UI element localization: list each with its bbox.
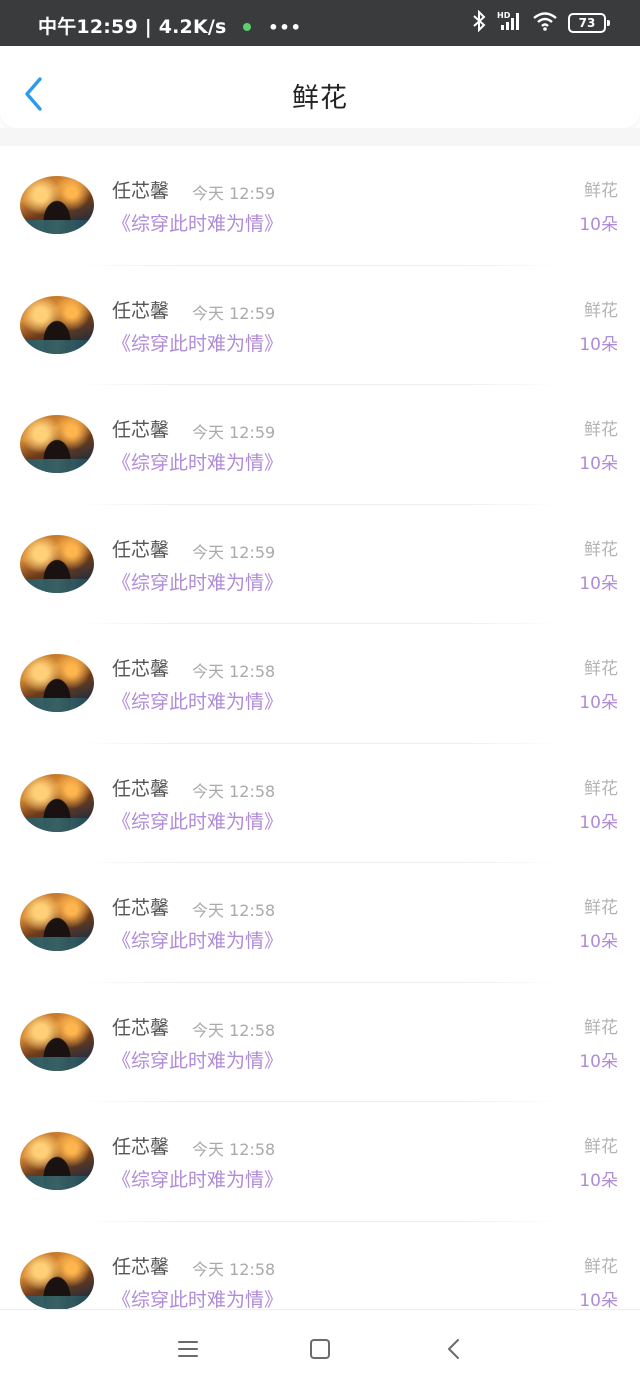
avatar[interactable]	[20, 1132, 94, 1190]
gift-time: 今天 12:59	[192, 423, 276, 442]
book-title-link[interactable]: 《综穿此时难为情》	[112, 1285, 283, 1310]
status-right: HD 73	[472, 9, 610, 36]
menu-button[interactable]	[175, 1336, 201, 1362]
avatar[interactable]	[20, 415, 94, 473]
gift-count: 10朵	[579, 215, 618, 235]
list-item[interactable]: 任芯馨 今天 12:58 《综穿此时难为情》 鲜花 10朵	[0, 744, 640, 863]
gift-type: 鲜花	[584, 300, 618, 321]
home-square-icon	[310, 1339, 330, 1359]
avatar[interactable]	[20, 534, 94, 593]
book-title-link[interactable]: 《综穿此时难为情》	[112, 807, 283, 834]
gift-time: 今天 12:59	[192, 184, 276, 203]
list-item[interactable]: 任芯馨 今天 12:58 《综穿此时难为情》 鲜花 10朵	[0, 1222, 640, 1310]
status-time: 中午12:59	[38, 16, 138, 38]
gift-type: 鲜花	[584, 539, 618, 560]
user-name: 任芯馨	[112, 180, 170, 202]
avatar[interactable]	[20, 295, 94, 354]
list-item[interactable]: 任芯馨 今天 12:59 《综穿此时难为情》 鲜花 10朵	[0, 146, 640, 266]
list-item[interactable]: 任芯馨 今天 12:58 《综穿此时难为情》 鲜花 10朵	[0, 624, 640, 744]
avatar[interactable]	[20, 893, 94, 951]
gift-type: 鲜花	[584, 1137, 618, 1157]
home-button[interactable]	[307, 1336, 333, 1362]
more-notifications-icon: •••	[268, 18, 302, 37]
list-item[interactable]: 任芯馨 今天 12:58 《综穿此时难为情》 鲜花 10朵	[0, 1102, 640, 1222]
gift-time: 今天 12:59	[192, 303, 276, 323]
signal-hd-icon: HD	[496, 10, 522, 36]
gift-type: 鲜花	[584, 1256, 618, 1277]
status-separator: |	[144, 16, 159, 38]
avatar[interactable]	[20, 176, 94, 234]
gift-type: 鲜花	[584, 1017, 618, 1038]
status-speed: 4.2K/s	[158, 16, 227, 38]
gift-time: 今天 12:58	[192, 1020, 276, 1040]
gift-type: 鲜花	[584, 420, 618, 440]
back-triangle-icon	[448, 1339, 459, 1359]
header-separator	[0, 128, 640, 146]
bluetooth-icon	[472, 9, 486, 36]
wifi-icon	[532, 10, 558, 36]
gift-count: 10朵	[579, 932, 618, 952]
list-item[interactable]: 任芯馨 今天 12:59 《综穿此时难为情》 鲜花 10朵	[0, 266, 640, 385]
gift-time: 今天 12:58	[192, 901, 276, 920]
user-name: 任芯馨	[112, 1136, 170, 1158]
menu-icon	[178, 1341, 198, 1357]
gift-time: 今天 12:58	[192, 662, 276, 681]
gift-type: 鲜花	[584, 659, 618, 679]
book-title-link[interactable]: 《综穿此时难为情》	[112, 1046, 283, 1073]
list-item[interactable]: 任芯馨 今天 12:58 《综穿此时难为情》 鲜花 10朵	[0, 983, 640, 1102]
gift-count: 10朵	[579, 1290, 618, 1310]
user-name: 任芯馨	[112, 777, 170, 800]
avatar[interactable]	[20, 773, 94, 832]
user-name: 任芯馨	[112, 897, 170, 919]
battery-icon: 73	[568, 13, 610, 33]
book-title-link[interactable]: 《综穿此时难为情》	[112, 1165, 283, 1192]
user-name: 任芯馨	[112, 419, 170, 441]
svg-text:HD: HD	[497, 11, 511, 20]
user-name: 任芯馨	[112, 1255, 170, 1278]
gift-time: 今天 12:59	[192, 542, 276, 562]
gift-count: 10朵	[579, 1051, 618, 1072]
avatar[interactable]	[20, 1012, 94, 1071]
gift-count: 10朵	[579, 693, 618, 713]
system-back-button[interactable]	[441, 1336, 467, 1362]
avatar[interactable]	[20, 654, 94, 712]
user-name: 任芯馨	[112, 658, 170, 680]
header: 鲜花	[0, 46, 640, 128]
book-title-link[interactable]: 《综穿此时难为情》	[112, 568, 283, 595]
status-left: 中午12:59 | 4.2K/s •••	[38, 12, 302, 39]
gift-count: 10朵	[579, 812, 618, 833]
book-title-link[interactable]: 《综穿此时难为情》	[112, 926, 283, 953]
user-name: 任芯馨	[112, 299, 170, 322]
gift-type: 鲜花	[584, 181, 618, 201]
flower-record-list[interactable]: 任芯馨 今天 12:59 《综穿此时难为情》 鲜花 10朵 任芯馨 今天 12:…	[0, 146, 640, 1309]
book-title-link[interactable]: 《综穿此时难为情》	[112, 687, 283, 714]
gift-count: 10朵	[579, 454, 618, 474]
gift-count: 10朵	[579, 1171, 618, 1191]
notification-dot-icon	[243, 22, 252, 31]
gift-count: 10朵	[579, 573, 618, 594]
user-name: 任芯馨	[112, 538, 170, 561]
gift-count: 10朵	[579, 334, 618, 355]
avatar[interactable]	[20, 1251, 94, 1309]
list-item[interactable]: 任芯馨 今天 12:59 《综穿此时难为情》 鲜花 10朵	[0, 505, 640, 624]
book-title-link[interactable]: 《综穿此时难为情》	[112, 448, 283, 475]
gift-time: 今天 12:58	[192, 781, 276, 801]
page-title: 鲜花	[292, 83, 348, 114]
list-item[interactable]: 任芯馨 今天 12:59 《综穿此时难为情》 鲜花 10朵	[0, 385, 640, 505]
gift-type: 鲜花	[584, 898, 618, 918]
gift-time: 今天 12:58	[192, 1259, 276, 1279]
book-title-link[interactable]: 《综穿此时难为情》	[112, 209, 283, 236]
system-nav-bar	[0, 1309, 640, 1387]
gift-type: 鲜花	[584, 778, 618, 799]
list-item[interactable]: 任芯馨 今天 12:58 《综穿此时难为情》 鲜花 10朵	[0, 863, 640, 983]
gift-time: 今天 12:58	[192, 1140, 276, 1159]
user-name: 任芯馨	[112, 1016, 170, 1039]
book-title-link[interactable]: 《综穿此时难为情》	[112, 329, 283, 356]
status-bar: 中午12:59 | 4.2K/s ••• HD 73	[0, 0, 640, 46]
screen: 中午12:59 | 4.2K/s ••• HD 73 鲜花 任芯馨 今天 12:…	[0, 0, 640, 1387]
